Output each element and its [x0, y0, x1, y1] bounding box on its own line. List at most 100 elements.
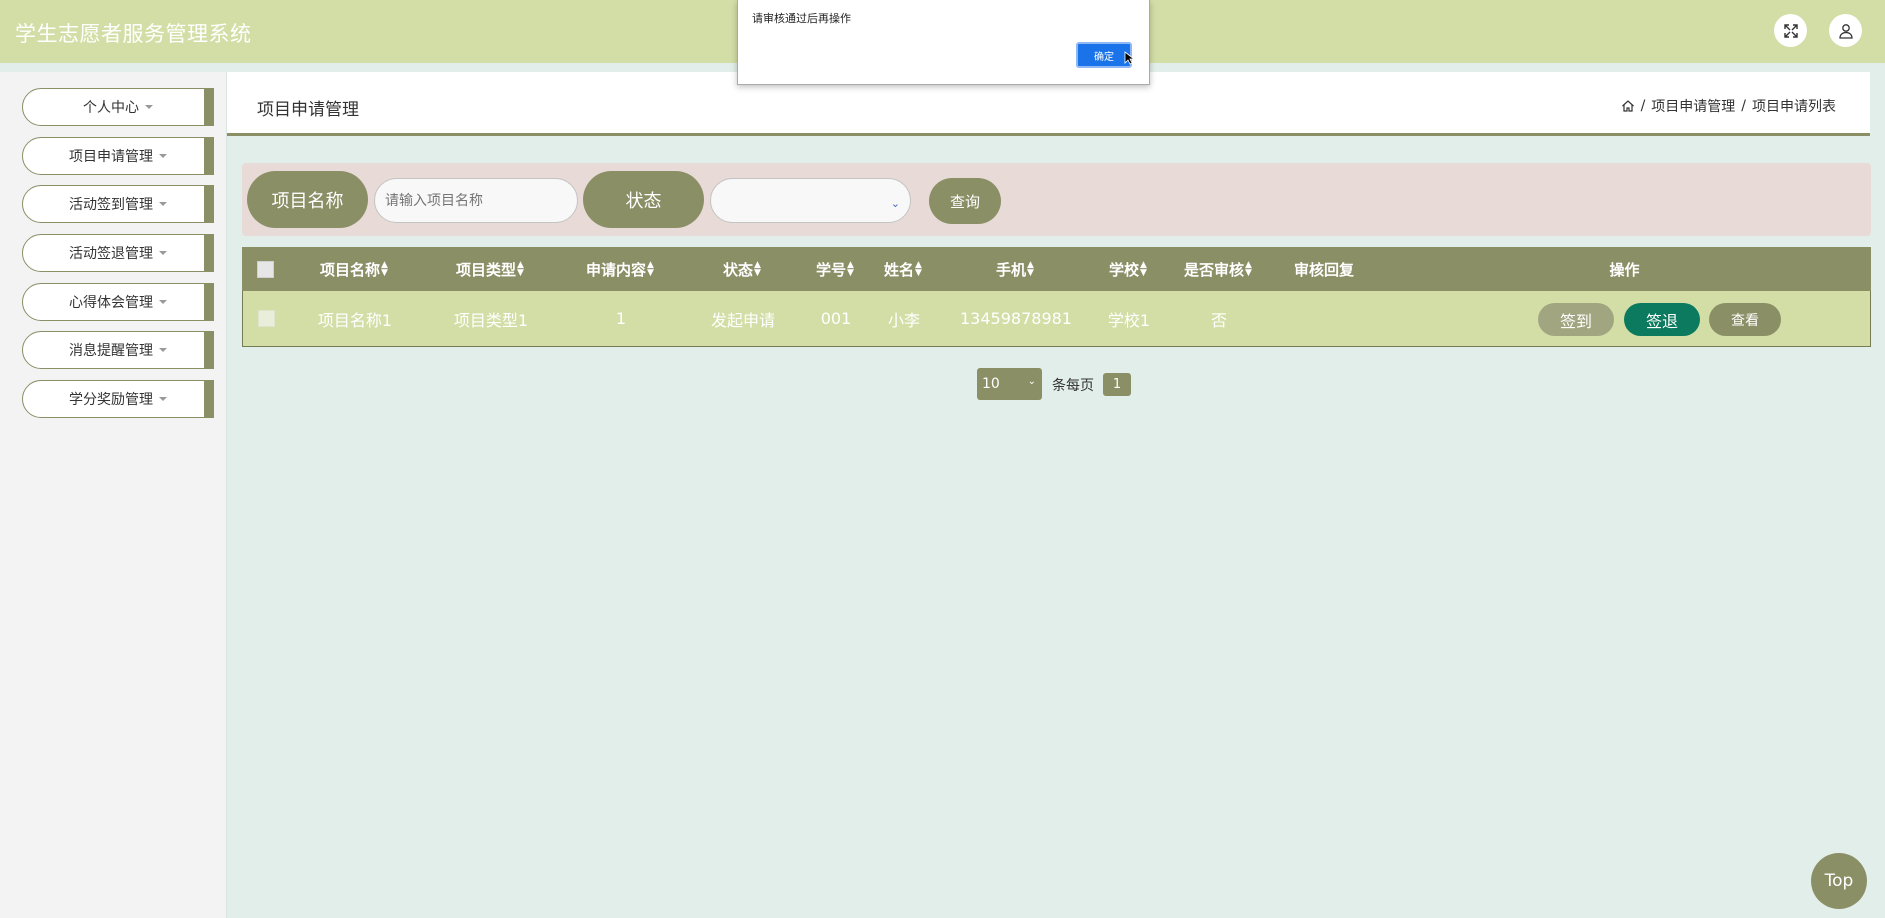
cell-review-reply	[1271, 291, 1379, 346]
column-label: 学号	[816, 260, 847, 279]
sidebar-item-label: 学分奖励管理	[69, 392, 153, 408]
column-header: 操作	[1378, 247, 1871, 291]
cell-phone: 13459878981	[960, 309, 1072, 328]
sidebar-item-label: 心得体会管理	[69, 295, 153, 311]
select-all-checkbox[interactable]	[256, 260, 274, 278]
view-button[interactable]: 查看	[1709, 303, 1781, 336]
project-name-label: 项目名称	[247, 171, 368, 228]
sort-icon: ▲ ▼	[1140, 260, 1147, 278]
query-button[interactable]: 查询	[929, 178, 1001, 224]
page-size-value: 10	[982, 376, 1000, 392]
mouse-cursor-icon	[1124, 51, 1134, 65]
sidebar-item-personal-center[interactable]: 个人中心	[22, 88, 214, 126]
table-row: 项目名称1 项目类型1 1 发起申请 001 小李 13459878981 学校…	[242, 291, 1871, 347]
column-header[interactable]: 姓名 ▲ ▼	[866, 247, 940, 291]
sort-icon: ▲ ▼	[517, 260, 524, 278]
column-label: 姓名	[884, 260, 915, 279]
column-label: 操作	[1609, 260, 1640, 279]
sidebar-item-label: 个人中心	[83, 100, 139, 116]
status-select[interactable]: ⌄	[710, 178, 911, 223]
checkout-button[interactable]: 签退	[1624, 303, 1700, 336]
column-label: 项目名称	[320, 260, 381, 279]
column-label: 审核回复	[1293, 260, 1354, 279]
data-table: 项目名称 ▲ ▼ 项目类型 ▲ ▼ 申请内容 ▲ ▼ 状态 ▲ ▼ 学号 ▲ ▼ 姓名 ▲ ▼ 手机 ▲ ▼…	[242, 247, 1871, 347]
breadcrumb: / 项目申请管理 / 项目申请列表	[1621, 96, 1836, 116]
sort-icon: ▲ ▼	[847, 260, 854, 278]
sidebar-item-label: 活动签退管理	[69, 246, 153, 262]
sidebar: 个人中心 项目申请管理 活动签到管理 活动签退管理 心得体会管理 消息提醒管理 …	[0, 72, 227, 918]
sidebar-item-label: 项目申请管理	[69, 149, 153, 165]
sidebar-item-checkout[interactable]: 活动签退管理	[22, 234, 214, 272]
page-size-select[interactable]: 10 ⌄	[977, 368, 1042, 400]
column-header[interactable]: 申请内容 ▲ ▼	[560, 247, 680, 291]
sort-icon: ▲ ▼	[1027, 260, 1034, 278]
fullscreen-button[interactable]	[1774, 14, 1807, 47]
chevron-down-icon	[159, 348, 167, 352]
breadcrumb-item[interactable]: 项目申请管理	[1651, 96, 1735, 116]
chevron-down-icon	[159, 154, 167, 158]
column-label: 申请内容	[586, 260, 647, 279]
column-label: 状态	[723, 260, 754, 279]
column-header[interactable]: 学号 ▲ ▼	[804, 247, 866, 291]
cell-reviewed: 否	[1210, 310, 1227, 330]
column-label: 手机	[996, 260, 1027, 279]
page-number-button[interactable]: 1	[1103, 373, 1131, 396]
alert-dialog: 请审核通过后再操作 确定	[737, 0, 1150, 85]
page-title: 项目申请管理	[257, 100, 359, 120]
user-icon	[1838, 23, 1853, 39]
column-header[interactable]: 项目名称 ▲ ▼	[288, 247, 420, 291]
sort-icon: ▲ ▼	[754, 260, 761, 278]
sidebar-item-credit-rewards[interactable]: 学分奖励管理	[22, 380, 214, 418]
select-all-cell	[242, 247, 288, 291]
column-label: 学校	[1109, 260, 1140, 279]
chevron-down-icon	[145, 105, 153, 109]
chevron-down-icon	[159, 300, 167, 304]
row-checkbox[interactable]	[257, 310, 275, 327]
column-header[interactable]: 状态 ▲ ▼	[680, 247, 804, 291]
breadcrumb-item: 项目申请列表	[1752, 99, 1836, 115]
cell-project-type: 项目类型1	[453, 310, 529, 330]
table-header: 项目名称 ▲ ▼ 项目类型 ▲ ▼ 申请内容 ▲ ▼ 状态 ▲ ▼ 学号 ▲ ▼ 姓名 ▲ ▼ 手机 ▲ ▼…	[242, 247, 1871, 291]
column-label: 是否审核	[1184, 260, 1245, 279]
column-header[interactable]: 项目类型 ▲ ▼	[420, 247, 560, 291]
breadcrumb-separator: /	[1741, 98, 1746, 114]
sidebar-item-label: 消息提醒管理	[69, 343, 153, 359]
checkin-button[interactable]: 签到	[1538, 303, 1614, 336]
column-header[interactable]: 手机 ▲ ▼	[940, 247, 1090, 291]
cell-student-id: 001	[820, 309, 852, 328]
sort-icon: ▲ ▼	[381, 260, 388, 278]
row-select-cell	[243, 291, 289, 346]
sidebar-item-checkin[interactable]: 活动签到管理	[22, 185, 214, 223]
chevron-down-icon	[159, 251, 167, 255]
project-name-input[interactable]	[374, 178, 578, 223]
back-to-top-button[interactable]: Top	[1811, 853, 1867, 909]
search-bar: 项目名称 状态 ⌄ 查询	[242, 163, 1871, 236]
app-title: 学生志愿者服务管理系统	[15, 22, 252, 46]
chevron-down-icon	[159, 202, 167, 206]
breadcrumb-separator: /	[1640, 98, 1646, 114]
chevron-down-icon: ⌄	[1027, 376, 1036, 387]
column-label: 项目类型	[456, 260, 517, 279]
chevron-down-icon: ⌄	[890, 197, 900, 210]
home-icon[interactable]	[1621, 99, 1635, 113]
column-header[interactable]: 学校 ▲ ▼	[1090, 247, 1166, 291]
alert-message: 请审核通过后再操作	[752, 12, 851, 25]
user-menu-button[interactable]	[1829, 14, 1862, 47]
sort-icon: ▲ ▼	[647, 260, 654, 278]
expand-icon	[1783, 23, 1798, 38]
sidebar-item-label: 活动签到管理	[69, 197, 153, 213]
chevron-down-icon	[159, 397, 167, 401]
sort-icon: ▲ ▼	[915, 260, 922, 278]
column-header: 审核回复	[1270, 247, 1378, 291]
cell-content: 1	[615, 309, 627, 328]
cell-project-name: 项目名称1	[317, 310, 393, 330]
cell-student-name: 小李	[887, 310, 920, 330]
sidebar-item-messages[interactable]: 消息提醒管理	[22, 331, 214, 369]
cell-school: 学校1	[1107, 310, 1151, 330]
per-page-label: 条每页	[1052, 378, 1094, 394]
sidebar-item-experience[interactable]: 心得体会管理	[22, 283, 214, 321]
cell-status: 发起申请	[710, 310, 775, 330]
status-label: 状态	[583, 171, 704, 228]
column-header[interactable]: 是否审核 ▲ ▼	[1166, 247, 1270, 291]
sidebar-item-project-application[interactable]: 项目申请管理	[22, 137, 214, 175]
